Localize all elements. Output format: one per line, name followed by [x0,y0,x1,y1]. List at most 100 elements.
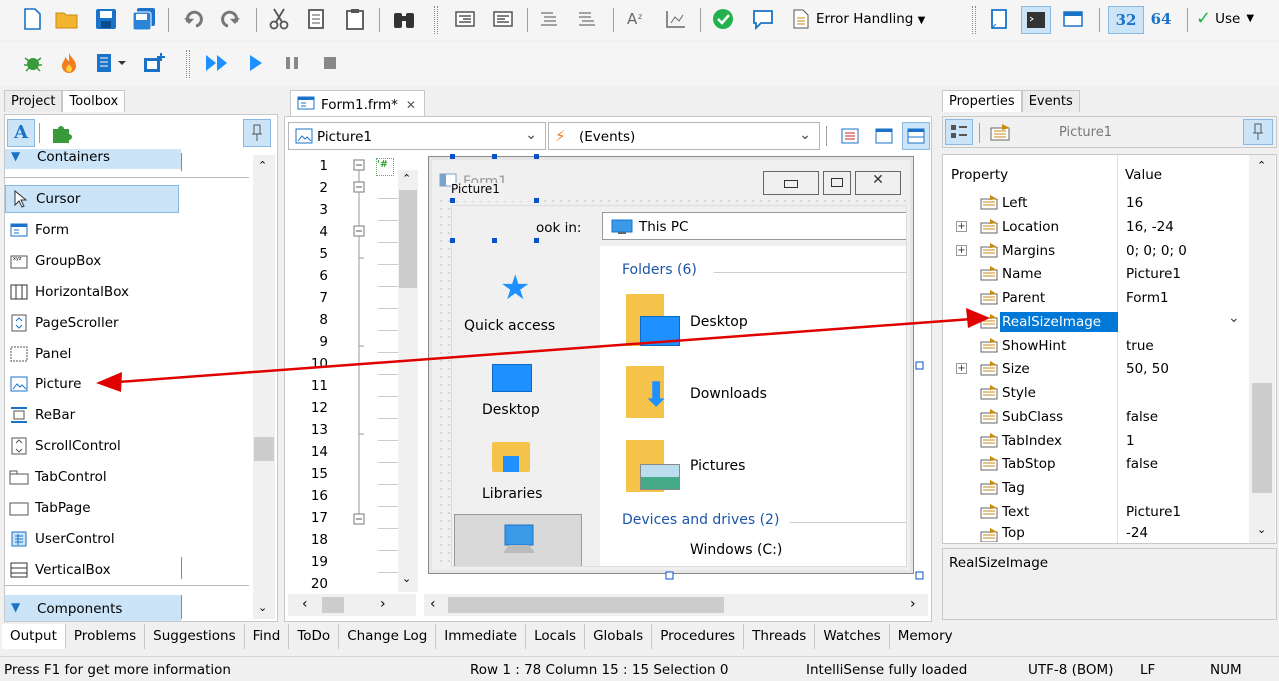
scroll-thumb[interactable] [1252,383,1272,493]
fire-icon[interactable] [56,50,82,76]
design-view-icon[interactable] [872,124,896,148]
tab-find[interactable]: Find [245,624,290,649]
property-scrollbar[interactable]: ⌃ ⌄ [1249,155,1275,543]
tab-suggestions[interactable]: Suggestions [145,624,245,649]
save-all-icon[interactable] [131,6,157,32]
property-row-realsizeimage[interactable]: RealSizeImage ⌄ [944,310,1247,334]
binoculars-icon[interactable] [390,6,418,32]
tab-immediate[interactable]: Immediate [436,624,527,649]
tab-locals[interactable]: Locals [526,624,586,649]
toolbox-item-cursor[interactable]: Cursor [5,185,179,213]
tab-globals[interactable]: Globals [585,624,653,649]
scroll-thumb[interactable] [448,597,724,613]
chevron-down-icon[interactable]: ⌄ [1228,310,1240,326]
console-icon[interactable] [1021,6,1051,34]
tab-output[interactable]: Output [2,624,66,649]
check-syntax-icon[interactable] [710,6,736,32]
paste-icon[interactable] [342,6,368,32]
designer-hscrollbar[interactable]: ‹ › [424,594,928,616]
bug-icon[interactable] [20,50,46,76]
redo-icon[interactable] [218,6,244,32]
property-value[interactable]: false [1126,456,1158,472]
tab-properties[interactable]: Properties [942,90,1022,112]
run-fast-icon[interactable] [203,50,231,76]
scroll-down-icon[interactable]: ⌄ [1257,523,1266,536]
property-row-margins[interactable]: + Margins 0; 0; 0; 0 [944,239,1247,263]
toolbox-item-scrollcontrol[interactable]: ScrollControl [9,433,121,459]
tab-events[interactable]: Events [1021,90,1080,112]
property-value[interactable]: Picture1 [1126,504,1181,520]
sort-icon[interactable] [662,6,690,32]
toolbox-item-rebar[interactable]: ReBar [9,402,75,428]
cut-icon[interactable] [266,6,292,32]
error-handling-dropdown[interactable]: Error Handling ▼ [816,11,925,27]
scroll-thumb[interactable] [254,437,274,461]
components-group-header[interactable]: ▼ Components [5,595,181,621]
scroll-up-icon[interactable]: ⌃ [1257,159,1266,172]
add-form-icon[interactable] [140,50,170,76]
property-row-tag[interactable]: Tag [944,476,1247,500]
categorized-icon[interactable] [945,119,973,145]
text-mode-icon[interactable]: A [7,119,35,147]
bit32-toggle[interactable]: 32 [1108,6,1144,34]
uncomment-block-icon[interactable] [574,6,600,32]
code-view-icon[interactable] [838,124,862,148]
new-file-icon[interactable] [20,6,44,32]
events-combo[interactable]: ⚡ (Events) ⌄ [548,122,820,150]
property-row-size[interactable]: + Size 50, 50 [944,357,1247,381]
toolbox-scrollbar[interactable]: ⌃ ⌄ [253,155,275,619]
selection-handles[interactable] [428,154,928,594]
property-row-left[interactable]: Left 16 [944,191,1247,215]
compile-dropdown-icon[interactable] [92,50,132,76]
property-row-parent[interactable]: Parent Form1 [944,286,1247,310]
toolbox-item-usercontrol[interactable]: UserControl [9,526,115,552]
property-value[interactable]: -24 [1126,525,1148,541]
bit64-toggle[interactable]: 64 [1148,6,1174,34]
close-tab-icon[interactable]: ✕ [406,98,416,112]
tab-memory[interactable]: Memory [890,624,961,649]
gui-icon[interactable] [1060,6,1086,32]
toolbox-item-tabpage[interactable]: TabPage [9,495,91,521]
property-value[interactable]: Form1 [1126,290,1169,306]
scroll-thumb[interactable] [322,597,344,613]
property-row-style[interactable]: Style [944,381,1247,405]
property-icon[interactable] [987,119,1015,145]
scroll-up-icon[interactable]: ⌃ [402,172,411,185]
code-hscrollbar[interactable]: ‹ › [288,594,416,616]
scroll-left-icon[interactable]: ‹ [430,596,436,612]
stop-icon[interactable] [318,50,342,76]
fold-markers[interactable] [352,158,378,592]
scroll-left-icon[interactable]: ‹ [302,596,308,612]
toolbox-item-tabcontrol[interactable]: TabControl [9,464,107,490]
expand-icon[interactable]: + [956,221,967,232]
property-value[interactable]: 16, -24 [1126,219,1174,235]
property-value[interactable]: 16 [1126,195,1143,211]
property-row-subclass[interactable]: SubClass false [944,405,1247,429]
tab-watches[interactable]: Watches [815,624,890,649]
tab-procedures[interactable]: Procedures [652,624,745,649]
use-dropdown[interactable]: ✓ Use ▼ [1196,8,1254,29]
tab-problems[interactable]: Problems [66,624,146,649]
code-scrollbar[interactable]: ⌃ ⌄ [398,170,418,592]
toolbox-item-pagescroller[interactable]: PageScroller [9,310,119,336]
save-icon[interactable] [93,6,119,32]
format-text-icon[interactable]: Az [624,6,652,32]
expand-icon[interactable]: + [956,245,967,256]
toolbox-item-horizontalbox[interactable]: HorizontalBox [9,279,129,305]
scroll-down-icon[interactable]: ⌄ [402,572,411,585]
property-value[interactable]: 0; 0; 0; 0 [1126,243,1187,259]
toolbox-item-panel[interactable]: Panel [9,341,71,367]
property-row-name[interactable]: Name Picture1 [944,262,1247,286]
property-row-tabstop[interactable]: TabStop false [944,452,1247,476]
property-value[interactable]: true [1126,338,1154,354]
property-row-showhint[interactable]: ShowHint true [944,334,1247,358]
containers-group-header[interactable]: ▼ Containers [5,149,181,169]
pin-icon[interactable] [1243,119,1273,145]
property-value[interactable]: 1 [1126,433,1135,449]
property-value[interactable]: Picture1 [1126,266,1181,282]
object-combo[interactable]: Picture1 ⌄ [288,122,546,150]
editor-tab[interactable]: Form1.frm* ✕ [290,90,425,116]
toolbox-item-groupbox[interactable]: xyz GroupBox [9,248,101,274]
tab-threads[interactable]: Threads [744,624,816,649]
scroll-up-icon[interactable]: ⌃ [258,159,267,172]
